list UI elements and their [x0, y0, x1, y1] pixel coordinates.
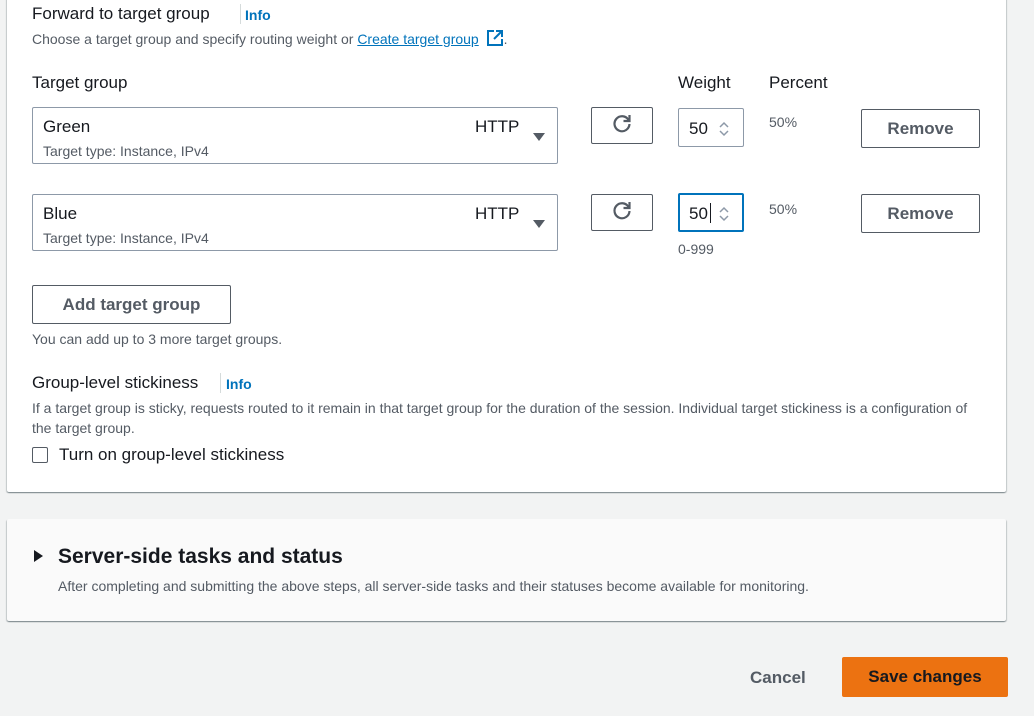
target-group-protocol: HTTP — [475, 117, 520, 136]
target-group-protocol: HTTP — [475, 204, 520, 223]
stickiness-checkbox-label[interactable]: Turn on group-level stickiness — [59, 445, 284, 465]
server-tasks-card: Server-side tasks and status After compl… — [7, 519, 1006, 621]
refresh-icon — [611, 199, 633, 226]
percent-column-header: Percent — [769, 73, 828, 92]
server-tasks-description: After completing and submitting the abov… — [58, 578, 809, 594]
target-group-select-green[interactable]: Green HTTP Target type: Instance, IPv4 — [32, 107, 558, 164]
weight-input-green[interactable]: 50 — [678, 108, 744, 147]
add-target-group-hint: You can add up to 3 more target groups. — [32, 331, 283, 347]
caret-down-icon — [533, 220, 545, 228]
forward-info-link[interactable]: Info — [245, 7, 271, 23]
stickiness-description: If a target group is sticky, requests ro… — [32, 400, 968, 436]
target-group-type: Target type: Instance, IPv4 — [43, 230, 209, 246]
expand-caret-icon[interactable] — [34, 550, 43, 562]
cancel-button[interactable]: Cancel — [750, 668, 806, 688]
target-group-name: Blue — [43, 204, 78, 223]
text-cursor — [710, 203, 711, 223]
stepper-icon[interactable] — [717, 205, 731, 228]
external-link-icon[interactable] — [486, 29, 504, 50]
create-target-group-link[interactable]: Create target group — [357, 31, 478, 47]
percent-value-blue: 50% — [769, 201, 798, 217]
percent-value-green: 50% — [769, 114, 798, 130]
remove-button-blue[interactable]: Remove — [861, 194, 980, 233]
target-group-type: Target type: Instance, IPv4 — [43, 143, 209, 159]
stickiness-info-link[interactable]: Info — [226, 376, 252, 392]
stickiness-checkbox[interactable] — [32, 447, 48, 463]
forward-description-suffix: . — [503, 31, 508, 47]
target-group-column-header: Target group — [32, 73, 128, 92]
refresh-button[interactable] — [591, 194, 653, 231]
forward-description: Choose a target group and specify routin… — [32, 29, 508, 50]
stickiness-title: Group-level stickiness — [32, 373, 199, 392]
caret-down-icon — [533, 133, 545, 141]
stickiness-divider — [220, 373, 221, 393]
forward-description-text: Choose a target group and specify routin… — [32, 31, 358, 47]
weight-input-blue[interactable]: 50 — [678, 193, 744, 232]
refresh-icon — [611, 112, 633, 139]
weight-value: 50 — [689, 204, 708, 223]
weight-value: 50 — [689, 119, 708, 138]
add-target-group-button[interactable]: Add target group — [32, 285, 231, 324]
refresh-button[interactable] — [591, 107, 653, 144]
remove-button-green[interactable]: Remove — [861, 109, 980, 148]
weight-constraint-hint: 0-999 — [678, 241, 714, 257]
server-tasks-title[interactable]: Server-side tasks and status — [58, 545, 343, 569]
target-group-select-blue[interactable]: Blue HTTP Target type: Instance, IPv4 — [32, 194, 558, 251]
stepper-icon[interactable] — [717, 120, 731, 143]
save-changes-button[interactable]: Save changes — [842, 657, 1008, 697]
forward-title: Forward to target group — [32, 4, 210, 23]
weight-column-header: Weight — [678, 73, 731, 92]
forward-settings-card: Forward to target group Info Choose a ta… — [7, 0, 1006, 492]
target-group-name: Green — [43, 117, 91, 136]
title-divider — [240, 4, 241, 24]
